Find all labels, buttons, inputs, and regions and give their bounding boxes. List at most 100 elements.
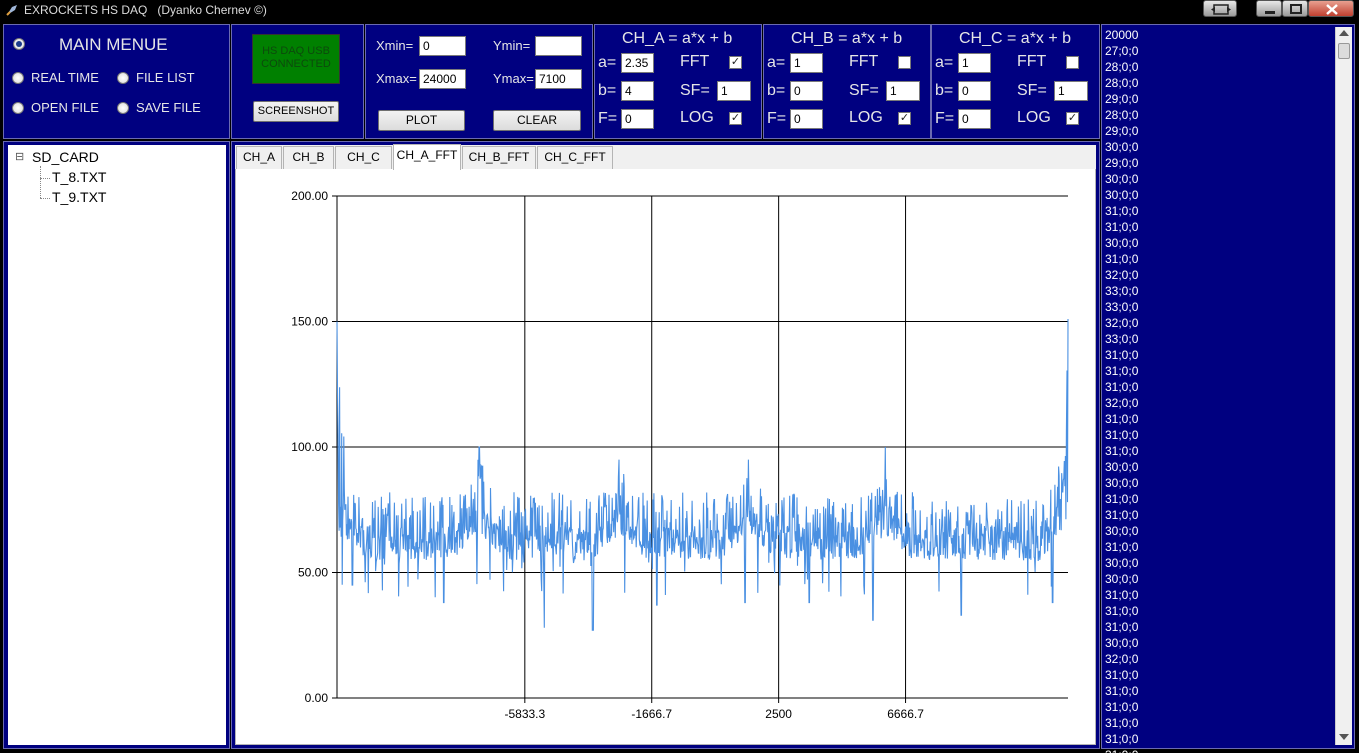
channel-a-f-field[interactable]: [621, 109, 654, 129]
channel-c-log-checkbox[interactable]: ✓: [1066, 112, 1079, 125]
channel-c-fft-label: FFT: [1017, 53, 1047, 70]
ymin-field[interactable]: [535, 36, 582, 56]
channel-b-a-field[interactable]: [790, 53, 823, 73]
list-item[interactable]: 32;0;0: [1105, 651, 1138, 667]
list-item[interactable]: 31;0;0: [1105, 747, 1138, 753]
tab-ch-a-fft[interactable]: CH_A_FFT: [393, 144, 461, 170]
channel-c-a-field[interactable]: [958, 53, 991, 73]
list-item[interactable]: 29;0;0: [1105, 155, 1138, 171]
channel-c-sf-field[interactable]: [1054, 81, 1088, 101]
channel-b-b-label: b=: [767, 82, 786, 99]
list-item[interactable]: 30;0;0: [1105, 459, 1138, 475]
channel-c-fft-checkbox[interactable]: [1066, 56, 1079, 69]
tab-ch-a[interactable]: CH_A: [236, 146, 282, 169]
list-item[interactable]: 31;0;0: [1105, 699, 1138, 715]
list-item[interactable]: 31;0;0: [1105, 619, 1138, 635]
tab-ch-c[interactable]: CH_C: [335, 146, 392, 169]
channel-a-a-field[interactable]: [621, 53, 654, 73]
list-item[interactable]: 33;0;0: [1105, 331, 1138, 347]
minimize-button[interactable]: [1256, 0, 1282, 17]
tree-file-item[interactable]: T_9.TXT: [52, 189, 106, 205]
list-item[interactable]: 31;0;0: [1105, 683, 1138, 699]
list-item[interactable]: 28;0;0: [1105, 107, 1138, 123]
clear-button[interactable]: CLEAR: [493, 110, 581, 131]
list-item[interactable]: 31;0;0: [1105, 539, 1138, 555]
list-item[interactable]: 20000: [1105, 27, 1138, 43]
close-button[interactable]: [1308, 0, 1354, 17]
list-item[interactable]: 31;0;0: [1105, 427, 1138, 443]
menu-indicator-radio[interactable]: [13, 38, 25, 50]
list-item[interactable]: 30;0;0: [1105, 635, 1138, 651]
list-item[interactable]: 31;0;0: [1105, 363, 1138, 379]
snap-button[interactable]: [1203, 0, 1237, 17]
list-item[interactable]: 27;0;0: [1105, 43, 1138, 59]
plot-button[interactable]: PLOT: [378, 110, 465, 131]
list-item[interactable]: 31;0;0: [1105, 347, 1138, 363]
list-item[interactable]: 30;0;0: [1105, 171, 1138, 187]
screenshot-button[interactable]: SCREENSHOT: [253, 101, 339, 122]
open-file-radio[interactable]: [12, 102, 24, 114]
list-item[interactable]: 31;0;0: [1105, 715, 1138, 731]
list-item[interactable]: 30;0;0: [1105, 571, 1138, 587]
list-item[interactable]: 29;0;0: [1105, 123, 1138, 139]
list-item[interactable]: 31;0;0: [1105, 731, 1138, 747]
scroll-thumb[interactable]: [1338, 43, 1350, 59]
tab-ch-b[interactable]: CH_B: [283, 146, 334, 169]
minimize-icon: [1265, 11, 1275, 14]
channel-b-b-field[interactable]: [790, 81, 823, 101]
real-time-radio[interactable]: [12, 72, 24, 84]
xmax-field[interactable]: [419, 69, 466, 89]
list-item[interactable]: 31;0;0: [1105, 411, 1138, 427]
channel-a-log-checkbox[interactable]: ✓: [729, 112, 742, 125]
tab-ch-b-fft[interactable]: CH_B_FFT: [462, 146, 536, 169]
list-item[interactable]: 31;0;0: [1105, 491, 1138, 507]
log-scrollbar[interactable]: [1335, 27, 1352, 745]
list-item[interactable]: 31;0;0: [1105, 603, 1138, 619]
xmin-field[interactable]: [419, 36, 466, 56]
channel-a-a-label: a=: [598, 54, 617, 71]
list-item[interactable]: 30;0;0: [1105, 139, 1138, 155]
open-file-label: OPEN FILE: [31, 100, 99, 115]
channel-c-b-field[interactable]: [958, 81, 991, 101]
channel-a-fft-checkbox[interactable]: ✓: [729, 56, 742, 69]
file-list-radio[interactable]: [117, 72, 129, 84]
list-item[interactable]: 30;0;0: [1105, 555, 1138, 571]
channel-a-b-field[interactable]: [621, 81, 654, 101]
save-file-radio[interactable]: [117, 102, 129, 114]
list-item[interactable]: 33;0;0: [1105, 299, 1138, 315]
ymax-field[interactable]: [535, 69, 582, 89]
tree-file-item[interactable]: T_8.TXT: [52, 169, 106, 185]
list-item[interactable]: 30;0;0: [1105, 523, 1138, 539]
channel-a-sf-field[interactable]: [717, 81, 751, 101]
list-item[interactable]: 32;0;0: [1105, 395, 1138, 411]
list-item[interactable]: 30;0;0: [1105, 187, 1138, 203]
list-item[interactable]: 31;0;0: [1105, 443, 1138, 459]
list-item[interactable]: 31;0;0: [1105, 379, 1138, 395]
maximize-button[interactable]: [1282, 0, 1308, 17]
channel-b-f-field[interactable]: [790, 109, 823, 129]
list-item[interactable]: 32;0;0: [1105, 267, 1138, 283]
list-item[interactable]: 31;0;0: [1105, 507, 1138, 523]
list-item[interactable]: 31;0;0: [1105, 251, 1138, 267]
list-item[interactable]: 32;0;0: [1105, 315, 1138, 331]
list-item[interactable]: 33;0;0: [1105, 283, 1138, 299]
list-item[interactable]: 30;0;0: [1105, 235, 1138, 251]
tree-root-sd-card[interactable]: SD_CARD: [32, 149, 99, 165]
list-item[interactable]: 30;0;0: [1105, 475, 1138, 491]
list-item[interactable]: 28;0;0: [1105, 59, 1138, 75]
list-item[interactable]: 29;0;0: [1105, 91, 1138, 107]
list-item[interactable]: 31;0;0: [1105, 587, 1138, 603]
list-item[interactable]: 31;0;0: [1105, 667, 1138, 683]
channel-c-f-field[interactable]: [958, 109, 991, 129]
channel-b-fft-checkbox[interactable]: [898, 56, 911, 69]
list-item[interactable]: 31;0;0: [1105, 219, 1138, 235]
tab-ch-c-fft[interactable]: CH_C_FFT: [537, 146, 613, 169]
collapse-toggle-icon[interactable]: ⊟: [15, 150, 24, 163]
scroll-up-icon[interactable]: [1339, 30, 1349, 36]
channel-b-log-checkbox[interactable]: ✓: [898, 112, 911, 125]
scroll-down-icon[interactable]: [1339, 734, 1349, 740]
channel-b-sf-field[interactable]: [886, 81, 920, 101]
channel-c-log-label: LOG: [1017, 109, 1051, 126]
list-item[interactable]: 28;0;0: [1105, 75, 1138, 91]
list-item[interactable]: 31;0;0: [1105, 203, 1138, 219]
